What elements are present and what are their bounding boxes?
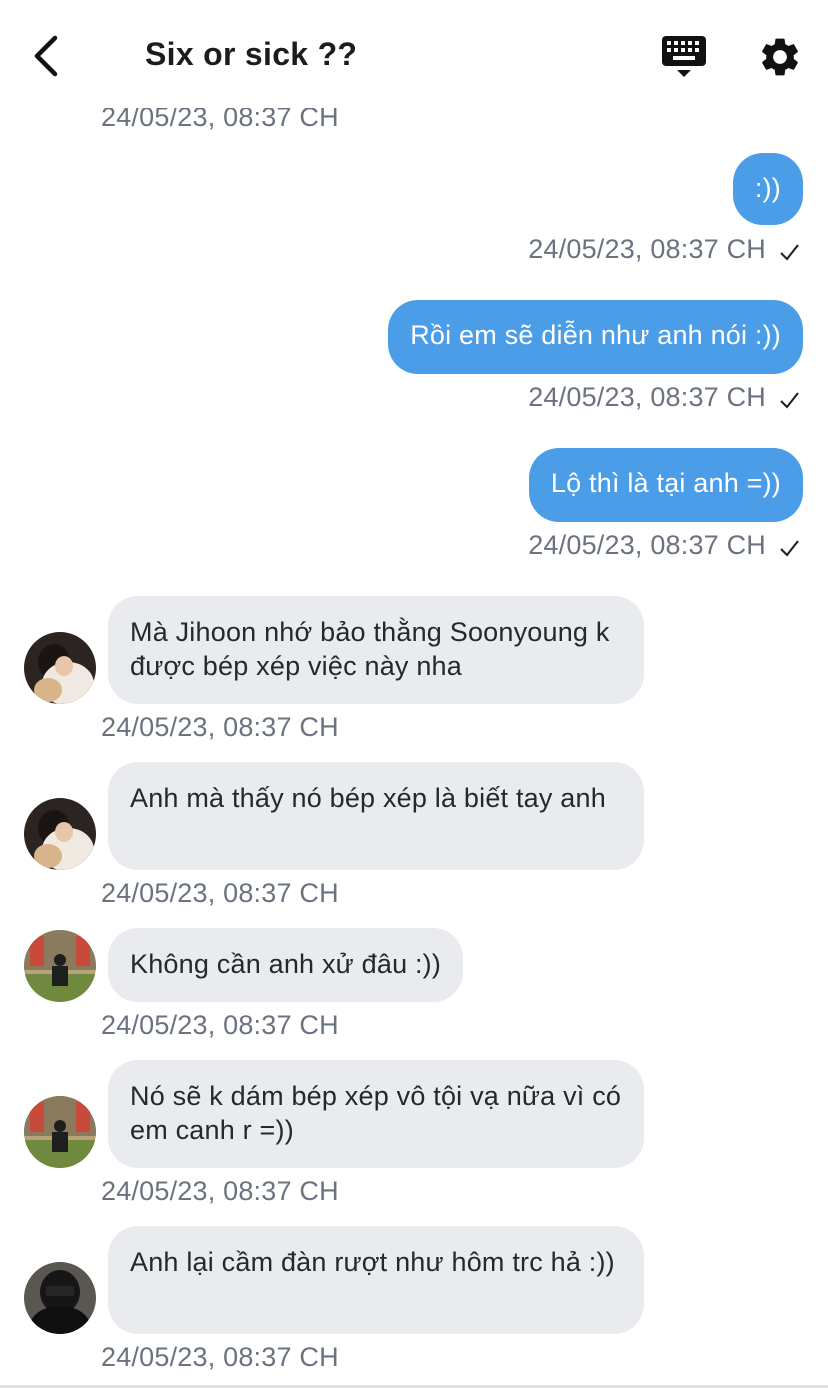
message-timestamp: 24/05/23, 08:37 CH xyxy=(101,1342,339,1372)
back-button[interactable] xyxy=(24,30,68,82)
message-timestamp: 24/05/23, 08:37 CH xyxy=(101,878,339,908)
incoming-message-bubble[interactable]: Mà Jihoon nhớ bảo thằng Soonyoung k được… xyxy=(108,596,644,704)
message-timestamp: 24/05/23, 08:37 CH xyxy=(528,234,766,264)
incoming-message-bubble[interactable]: Anh mà thấy nó bép xép là biết tay anh xyxy=(108,762,644,870)
message-timestamp: 24/05/23, 08:37 CH xyxy=(101,1010,339,1040)
settings-button[interactable] xyxy=(757,34,803,80)
keyboard-icon xyxy=(662,36,706,77)
message-timestamp: 24/05/23, 08:37 CH xyxy=(528,382,766,412)
profile-photo-icon xyxy=(24,1262,96,1334)
avatar[interactable] xyxy=(24,798,96,870)
avatar[interactable] xyxy=(24,632,96,704)
avatar[interactable] xyxy=(24,930,96,1002)
avatar[interactable] xyxy=(24,1096,96,1168)
sent-check-icon xyxy=(780,244,799,261)
sent-check-icon xyxy=(780,540,799,557)
keyboard-button[interactable] xyxy=(660,34,708,80)
gear-icon xyxy=(762,38,798,76)
chevron-left-icon xyxy=(34,35,58,77)
message-timestamp: 24/05/23, 08:37 CH xyxy=(101,712,339,742)
message-thread[interactable]: 24/05/23, 08:37 CH :)) 24/05/23, 08:37 C… xyxy=(0,0,828,1388)
sent-check-icon xyxy=(780,392,799,409)
avatar[interactable] xyxy=(24,1262,96,1334)
profile-photo-icon xyxy=(24,798,96,870)
incoming-message-bubble[interactable]: Anh lại cầm đàn rượt như hôm trc hả :)) xyxy=(108,1226,644,1334)
message-timestamp: 24/05/23, 08:37 CH xyxy=(528,530,766,560)
chat-header: Six or sick ?? xyxy=(0,0,828,108)
profile-photo-icon xyxy=(24,1096,96,1168)
message-timestamp: 24/05/23, 08:37 CH xyxy=(101,1176,339,1206)
incoming-message-bubble[interactable]: Không cần anh xử đâu :)) xyxy=(108,928,464,1002)
outgoing-message-bubble[interactable]: :)) xyxy=(732,153,803,225)
incoming-message-bubble[interactable]: Nó sẽ k dám bép xép vô tội vạ nữa vì có … xyxy=(108,1060,644,1168)
outgoing-message-bubble[interactable]: Lộ thì là tại anh =)) xyxy=(528,448,803,522)
profile-photo-icon xyxy=(24,930,96,1002)
outgoing-message-bubble[interactable]: Rồi em sẽ diễn như anh nói :)) xyxy=(388,300,803,374)
chat-title: Six or sick ?? xyxy=(145,36,358,72)
profile-photo-icon xyxy=(24,632,96,704)
